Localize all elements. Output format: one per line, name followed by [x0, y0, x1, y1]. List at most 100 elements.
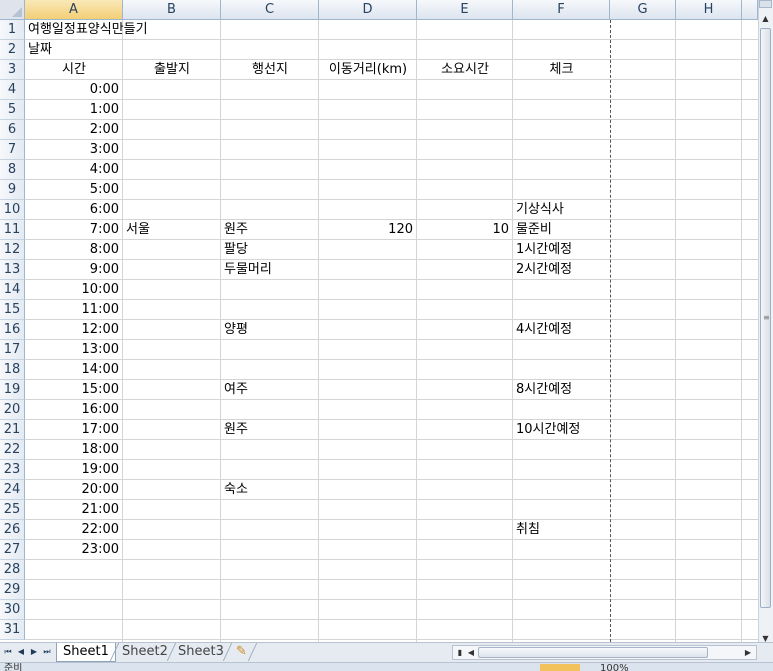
- row-header[interactable]: 3: [0, 60, 25, 80]
- cell-c12[interactable]: 팔당: [221, 240, 248, 260]
- cell-f19[interactable]: 8시간예정: [513, 380, 572, 400]
- time-cell[interactable]: 7:00: [25, 220, 123, 240]
- cell-c24[interactable]: 숙소: [221, 480, 248, 500]
- cell-e3[interactable]: 소요시간: [417, 60, 513, 80]
- cell-a3[interactable]: 시간: [25, 60, 123, 80]
- cell-f12[interactable]: 1시간예정: [513, 240, 572, 260]
- time-cell[interactable]: 18:00: [25, 440, 123, 460]
- time-cell[interactable]: 13:00: [25, 340, 123, 360]
- time-cell[interactable]: 6:00: [25, 200, 123, 220]
- tab-sheet3[interactable]: Sheet3: [172, 643, 230, 661]
- row-header[interactable]: 6: [0, 120, 25, 140]
- time-cell[interactable]: 9:00: [25, 260, 123, 280]
- select-all-corner[interactable]: [0, 0, 25, 20]
- cell-c3[interactable]: 행선지: [221, 60, 319, 80]
- cell-b3[interactable]: 출발지: [123, 60, 221, 80]
- row-header[interactable]: 24: [0, 480, 25, 500]
- cell-f26[interactable]: 취침: [513, 520, 540, 540]
- column-header-d[interactable]: D: [319, 0, 417, 20]
- prev-sheet-icon[interactable]: ◀: [16, 647, 26, 657]
- time-cell[interactable]: 15:00: [25, 380, 123, 400]
- cell-e11[interactable]: 10: [417, 220, 513, 240]
- row-header[interactable]: 8: [0, 160, 25, 180]
- cell-f3[interactable]: 체크: [513, 60, 610, 80]
- time-cell[interactable]: 1:00: [25, 100, 123, 120]
- split-box-icon[interactable]: [759, 0, 772, 8]
- next-sheet-icon[interactable]: ▶: [29, 647, 39, 657]
- row-header[interactable]: 21: [0, 420, 25, 440]
- time-cell[interactable]: 22:00: [25, 520, 123, 540]
- time-cell[interactable]: 10:00: [25, 280, 123, 300]
- time-cell[interactable]: 8:00: [25, 240, 123, 260]
- last-sheet-icon[interactable]: ⏭: [42, 647, 52, 657]
- tab-sheet1[interactable]: Sheet1: [56, 643, 116, 662]
- time-cell[interactable]: 0:00: [25, 80, 123, 100]
- row-header[interactable]: 17: [0, 340, 25, 360]
- cell-a2[interactable]: 날짜: [25, 40, 52, 60]
- tab-sheet2[interactable]: Sheet2: [116, 643, 174, 661]
- row-header[interactable]: 22: [0, 440, 25, 460]
- row-header[interactable]: 11: [0, 220, 25, 240]
- time-cell[interactable]: 14:00: [25, 360, 123, 380]
- time-cell[interactable]: 4:00: [25, 160, 123, 180]
- row-header[interactable]: 28: [0, 560, 25, 580]
- time-cell[interactable]: 17:00: [25, 420, 123, 440]
- cell-c16[interactable]: 양평: [221, 320, 248, 340]
- row-header[interactable]: 2: [0, 40, 25, 60]
- cell-c19[interactable]: 여주: [221, 380, 248, 400]
- time-cell[interactable]: 12:00: [25, 320, 123, 340]
- horizontal-scroll-thumb[interactable]: [478, 647, 708, 658]
- column-header-g[interactable]: G: [610, 0, 676, 20]
- row-header[interactable]: 29: [0, 580, 25, 600]
- time-cell[interactable]: 11:00: [25, 300, 123, 320]
- row-header[interactable]: 13: [0, 260, 25, 280]
- cell-f13[interactable]: 2시간예정: [513, 260, 572, 280]
- row-header[interactable]: 4: [0, 80, 25, 100]
- cell-f16[interactable]: 4시간예정: [513, 320, 572, 340]
- row-header[interactable]: 9: [0, 180, 25, 200]
- time-cell[interactable]: 3:00: [25, 140, 123, 160]
- time-cell[interactable]: 21:00: [25, 500, 123, 520]
- row-header[interactable]: 27: [0, 540, 25, 560]
- row-header[interactable]: 19: [0, 380, 25, 400]
- time-cell[interactable]: 5:00: [25, 180, 123, 200]
- row-header[interactable]: 30: [0, 600, 25, 620]
- row-header[interactable]: 14: [0, 280, 25, 300]
- row-header[interactable]: 20: [0, 400, 25, 420]
- column-header-b[interactable]: B: [123, 0, 221, 20]
- cell-d3[interactable]: 이동거리(km): [319, 60, 417, 80]
- time-cell[interactable]: 19:00: [25, 460, 123, 480]
- normal-view-icon[interactable]: [540, 664, 580, 671]
- scroll-right-icon[interactable]: ▶: [742, 646, 754, 659]
- column-header-c[interactable]: C: [221, 0, 319, 20]
- cell-c13[interactable]: 두물머리: [221, 260, 272, 280]
- scroll-up-icon[interactable]: ▲: [759, 12, 772, 26]
- column-header-f[interactable]: F: [513, 0, 610, 20]
- row-header[interactable]: 10: [0, 200, 25, 220]
- cell-f11[interactable]: 물준비: [513, 220, 552, 240]
- time-cell[interactable]: 16:00: [25, 400, 123, 420]
- row-header[interactable]: 18: [0, 360, 25, 380]
- row-header[interactable]: 26: [0, 520, 25, 540]
- cell-f21[interactable]: 10시간예정: [513, 420, 580, 440]
- row-header[interactable]: 15: [0, 300, 25, 320]
- row-header[interactable]: 23: [0, 460, 25, 480]
- column-header-a[interactable]: A: [25, 0, 123, 20]
- time-cell[interactable]: 2:00: [25, 120, 123, 140]
- row-header[interactable]: 1: [0, 20, 25, 40]
- row-header[interactable]: 7: [0, 140, 25, 160]
- cell-c21[interactable]: 원주: [221, 420, 248, 440]
- zoom-level[interactable]: 100%: [600, 663, 629, 671]
- cell-c11[interactable]: 원주: [221, 220, 248, 240]
- row-header[interactable]: 12: [0, 240, 25, 260]
- time-cell[interactable]: 20:00: [25, 480, 123, 500]
- cell-f10[interactable]: 기상식사: [513, 200, 564, 220]
- scroll-left-icon[interactable]: ◀: [465, 646, 477, 659]
- column-header-e[interactable]: E: [417, 0, 513, 20]
- cell-a1[interactable]: 여행일정표양식만들기: [25, 20, 148, 40]
- row-header[interactable]: 16: [0, 320, 25, 340]
- cell-d11[interactable]: 120: [319, 220, 417, 240]
- row-header[interactable]: 25: [0, 500, 25, 520]
- row-header[interactable]: 5: [0, 100, 25, 120]
- first-sheet-icon[interactable]: ⏮: [3, 647, 13, 657]
